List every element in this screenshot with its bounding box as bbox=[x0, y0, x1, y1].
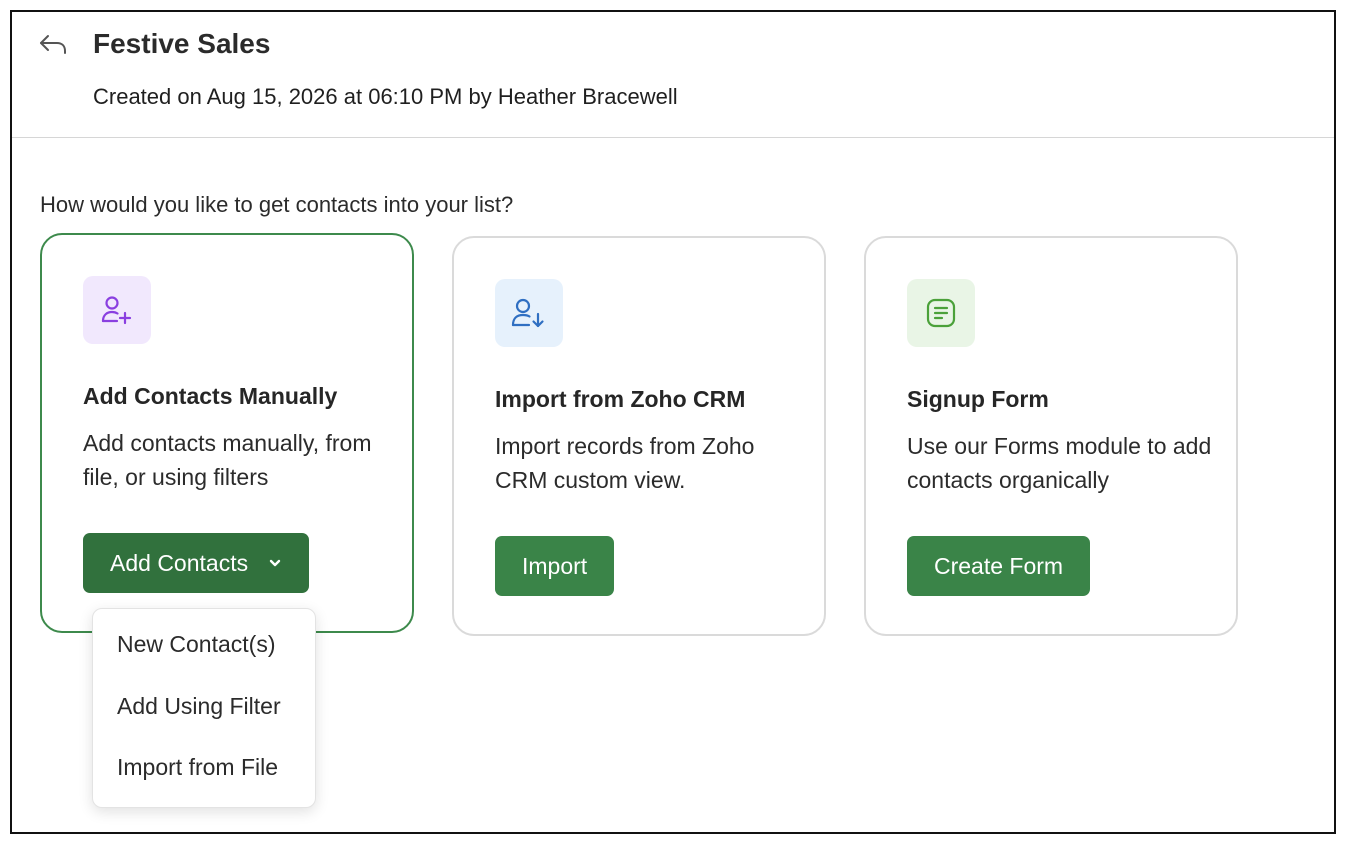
card-title: Import from Zoho CRM bbox=[495, 386, 746, 412]
page-title: Festive Sales bbox=[93, 28, 271, 59]
user-add-icon bbox=[83, 276, 151, 344]
card-title: Signup Form bbox=[907, 386, 1049, 412]
chevron-down-icon bbox=[268, 556, 282, 570]
add-contacts-dropdown-menu: New Contact(s) Add Using Filter Import f… bbox=[92, 608, 316, 808]
menu-item-new-contacts[interactable]: New Contact(s) bbox=[117, 631, 275, 658]
card-description: Add contacts manually, from file, or usi… bbox=[83, 430, 372, 490]
card-import-zoho-crm: Import from Zoho CRM Import records from… bbox=[452, 236, 826, 636]
card-signup-form: Signup Form Use our Forms module to add … bbox=[864, 236, 1238, 636]
app-window: Festive Sales Created on Aug 15, 2026 at… bbox=[10, 10, 1336, 834]
card-description: Import records from Zoho CRM custom view… bbox=[495, 433, 755, 493]
card-title: Add Contacts Manually bbox=[83, 383, 338, 409]
import-button[interactable]: Import bbox=[495, 536, 615, 596]
add-contacts-button[interactable]: Add Contacts bbox=[83, 533, 310, 593]
created-info: Created on Aug 15, 2026 at 06:10 PM by H… bbox=[93, 84, 678, 109]
back-arrow-icon[interactable] bbox=[38, 32, 68, 58]
card-add-contacts-manually: Add Contacts Manually Add contacts manua… bbox=[40, 233, 414, 633]
card-description: Use our Forms module to add contacts org… bbox=[907, 433, 1212, 493]
section-question: How would you like to get contacts into … bbox=[40, 192, 514, 217]
user-import-icon bbox=[495, 279, 563, 347]
menu-item-import-from-file[interactable]: Import from File bbox=[117, 754, 278, 781]
add-contacts-button-label: Add Contacts bbox=[110, 549, 249, 576]
create-form-button[interactable]: Create Form bbox=[907, 536, 1091, 596]
form-icon bbox=[907, 279, 975, 347]
page-header: Festive Sales Created on Aug 15, 2026 at… bbox=[12, 12, 1334, 138]
menu-item-add-using-filter[interactable]: Add Using Filter bbox=[117, 693, 281, 720]
